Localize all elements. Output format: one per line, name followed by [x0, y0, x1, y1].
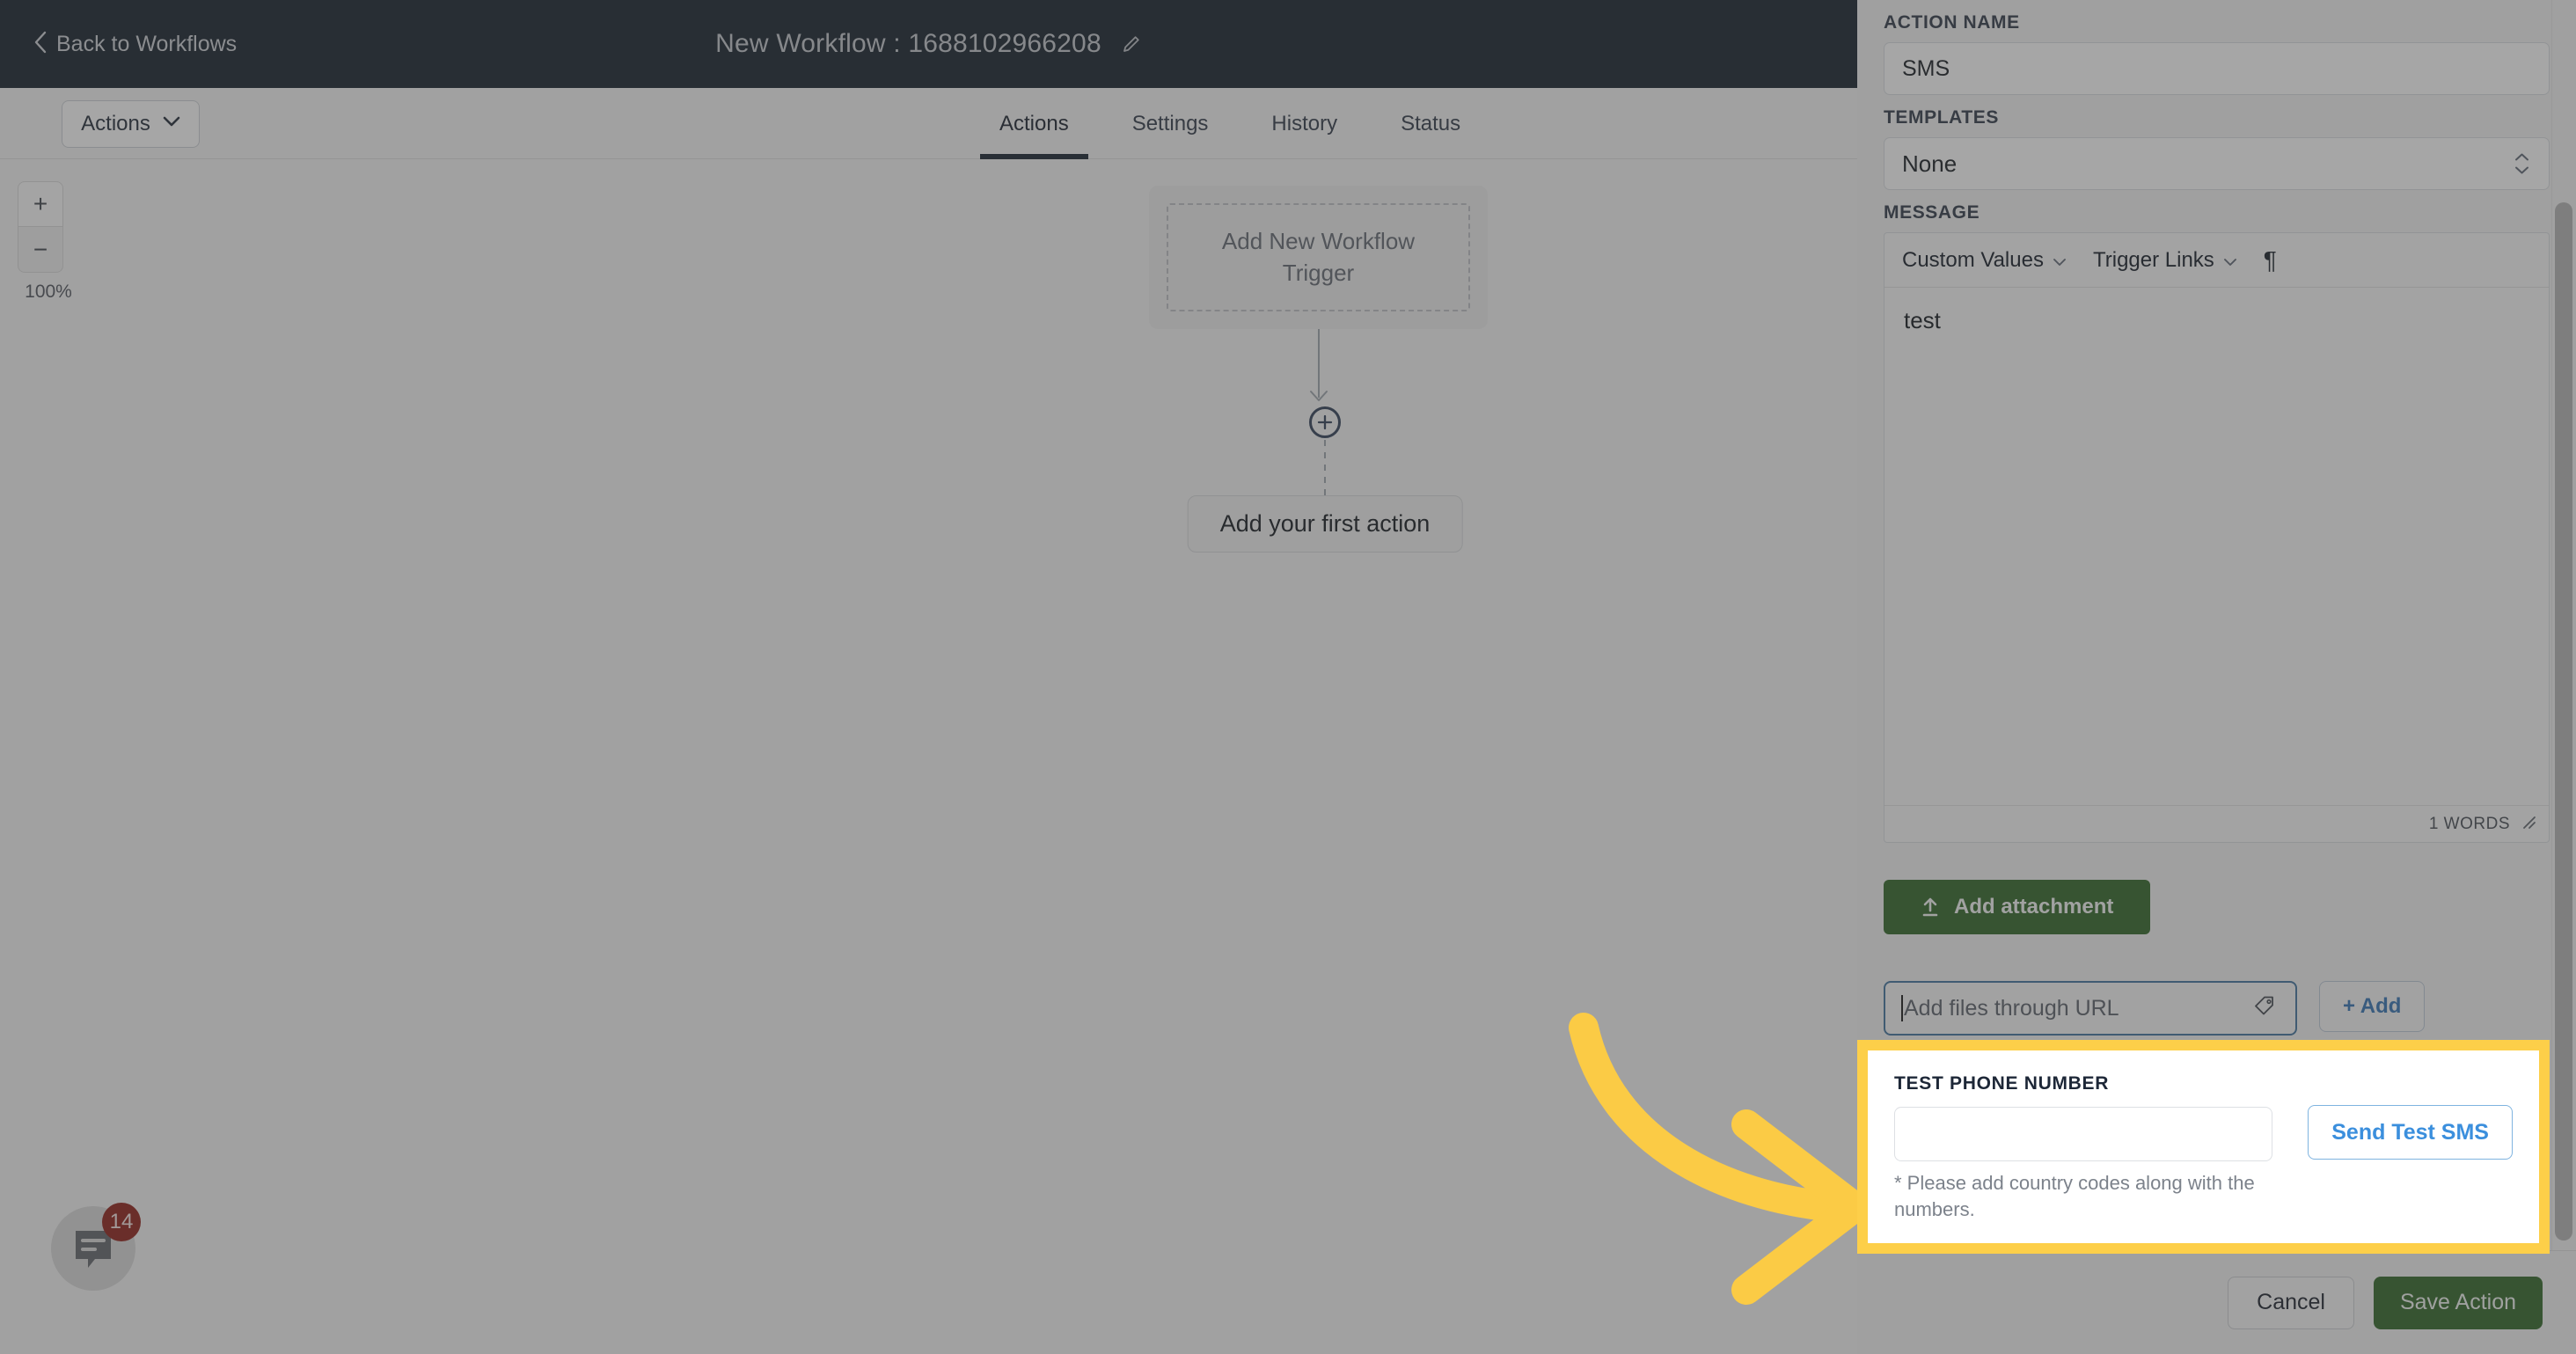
templates-select[interactable]: None [1884, 137, 2550, 190]
message-editor-footer: 1 WORDS [1884, 805, 2549, 842]
zoom-out-button[interactable]: − [18, 227, 63, 273]
trigger-links-label: Trigger Links [2092, 247, 2214, 272]
add-url-label: + Add [2343, 994, 2402, 1018]
send-test-sms-button[interactable]: Send Test SMS [2308, 1105, 2513, 1160]
message-label: MESSAGE [1884, 202, 1980, 223]
save-action-label: Save Action [2399, 1290, 2516, 1314]
attachment-url-placeholder: Add files through URL [1904, 995, 2119, 1021]
attachment-url-row: Add files through URL + Add [1884, 981, 2550, 1036]
pencil-icon[interactable] [1121, 33, 1142, 55]
test-phone-hint: * Please add country codes along with th… [1894, 1172, 2255, 1220]
chevron-left-icon [33, 31, 48, 58]
tab-actions-label: Actions [999, 111, 1069, 135]
test-phone-input[interactable] [1894, 1107, 2272, 1161]
resize-grip-icon[interactable] [2521, 814, 2536, 835]
attachment-url-input[interactable]: Add files through URL [1884, 981, 2297, 1036]
top-bar: Back to Workflows New Workflow : 1688102… [0, 0, 1857, 88]
workflow-trigger-card[interactable]: Add New Workflow Trigger [1149, 186, 1488, 329]
back-to-workflows-link[interactable]: Back to Workflows [33, 31, 237, 58]
workflow-title-container: New Workflow : 1688102966208 [0, 0, 1857, 88]
page-title: New Workflow : 1688102966208 [715, 29, 1101, 58]
tab-settings[interactable]: Settings [1101, 88, 1240, 159]
action-name-label: ACTION NAME [1884, 12, 2020, 33]
word-count-label: 1 WORDS [2428, 814, 2510, 833]
connector-trigger-to-plus [1149, 329, 1488, 406]
actions-dropdown[interactable]: Actions [62, 100, 200, 148]
tab-history[interactable]: History [1240, 88, 1369, 159]
trigger-links-dropdown[interactable]: Trigger Links [2093, 248, 2237, 273]
pilcrow-icon[interactable]: ¶ [2264, 247, 2277, 273]
cancel-label: Cancel [2257, 1290, 2325, 1314]
connector-line [1317, 329, 1320, 398]
add-attachment-label: Add attachment [1954, 895, 2114, 919]
tab-status-label: Status [1401, 111, 1461, 135]
tag-icon[interactable] [2253, 995, 2276, 1022]
send-test-sms-label: Send Test SMS [2331, 1119, 2489, 1145]
tab-history-label: History [1271, 111, 1338, 135]
arrowhead-icon [1309, 390, 1328, 406]
custom-values-dropdown[interactable]: Custom Values [1902, 248, 2067, 273]
add-node-button[interactable] [1309, 406, 1341, 438]
zoom-level-label: 100% [25, 282, 72, 302]
cancel-button[interactable]: Cancel [2228, 1276, 2354, 1329]
panel-scrollbar-thumb[interactable] [2555, 202, 2572, 1241]
zoom-out-label: − [33, 235, 48, 263]
save-action-button[interactable]: Save Action [2373, 1276, 2543, 1329]
panel-scrollbar-track[interactable] [2551, 0, 2576, 1250]
templates-label: TEMPLATES [1884, 107, 2000, 128]
action-name-input[interactable] [1884, 42, 2550, 95]
trigger-card-label: Add New Workflow Trigger [1167, 203, 1470, 311]
chat-widget-button[interactable]: 14 [51, 1203, 141, 1291]
message-toolbar: Custom Values Trigger Links ¶ [1884, 233, 2549, 288]
add-first-action-button[interactable]: Add your first action [1187, 495, 1463, 553]
chevron-down-icon [163, 116, 180, 132]
workflow-canvas[interactable]: + − 100% Add New Workflow Trigger Add yo… [0, 159, 1857, 1354]
workflow-flow: Add New Workflow Trigger Add your first … [1149, 186, 1501, 553]
text-caret [1901, 995, 1903, 1021]
templates-selected-value: None [1902, 150, 1958, 177]
test-phone-label: TEST PHONE NUMBER [1894, 1073, 2110, 1094]
tab-actions[interactable]: Actions [968, 88, 1101, 159]
connector-plus-to-action [1324, 440, 1326, 495]
upload-icon [1921, 897, 1940, 918]
test-phone-card: TEST PHONE NUMBER * Please add country c… [1868, 1050, 2539, 1244]
panel-footer: Cancel Save Action [1857, 1250, 2576, 1354]
zoom-controls: + − 100% [18, 181, 72, 303]
back-to-workflows-label: Back to Workflows [56, 31, 238, 56]
actions-dropdown-label: Actions [81, 112, 150, 135]
message-body-text[interactable]: test [1884, 288, 2549, 805]
chevron-updown-icon [2514, 153, 2529, 175]
add-url-button[interactable]: + Add [2319, 981, 2426, 1032]
tab-settings-label: Settings [1131, 111, 1209, 135]
tab-status[interactable]: Status [1369, 88, 1492, 159]
app-root: Back to Workflows New Workflow : 1688102… [0, 0, 2576, 1354]
chevron-down-icon [2223, 248, 2237, 273]
add-attachment-button[interactable]: Add attachment [1884, 880, 2151, 934]
zoom-in-label: + [33, 190, 48, 217]
test-phone-section-highlighted: TEST PHONE NUMBER * Please add country c… [1857, 1040, 2550, 1255]
zoom-in-button[interactable]: + [18, 181, 63, 227]
chat-unread-badge: 14 [102, 1203, 141, 1241]
plus-circle-icon [1317, 414, 1333, 430]
tabs-list: Actions Settings History Status [968, 88, 1492, 159]
highlight-border: TEST PHONE NUMBER * Please add country c… [1857, 1040, 2550, 1255]
custom-values-label: Custom Values [1902, 247, 2044, 272]
chevron-down-icon [2053, 248, 2067, 273]
tab-bar: Actions Actions Settings History Status [0, 88, 1857, 159]
message-editor: Custom Values Trigger Links ¶ test 1 WOR… [1884, 232, 2550, 843]
